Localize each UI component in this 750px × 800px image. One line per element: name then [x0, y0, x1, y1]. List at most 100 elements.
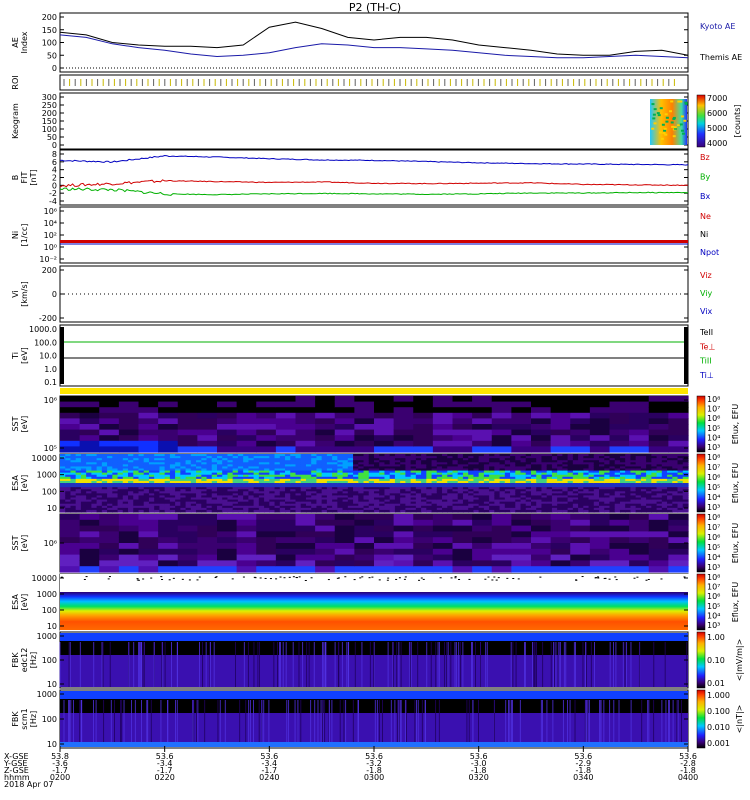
sst-e-panel-cell — [138, 401, 159, 408]
sst-e-panel-cell — [374, 440, 395, 447]
eflux-cb-tick-2: 10⁴ — [707, 553, 720, 562]
sst-i-panel-cell — [374, 543, 395, 550]
sst-i-panel-cell — [413, 566, 434, 573]
sst-i-panel-cell — [472, 531, 493, 538]
keogram-cb-label: [counts] — [733, 105, 742, 138]
sst-i-panel-cell — [609, 554, 630, 561]
sst-e-panel-cell — [570, 424, 591, 431]
sst-e-panel-cell — [217, 435, 238, 442]
keogram-pixel — [681, 132, 685, 135]
roi-panel-ylabel: ROI — [11, 75, 20, 89]
sst-e-panel-cell — [374, 396, 395, 403]
sst-e-panel-cell — [256, 440, 277, 447]
esa-i-noise — [395, 578, 398, 580]
sst-i-panel-cell — [452, 554, 473, 561]
sst-i-panel-cell — [275, 514, 297, 521]
sst-i-panel-cell — [315, 554, 336, 561]
sst-e-panel-cell — [334, 429, 355, 436]
sst-i-panel-cell — [354, 560, 375, 567]
sst-e-panel-cell — [668, 446, 689, 453]
fbk-b-panel-colorbar — [696, 689, 706, 749]
density-panel-legend-1: Ni — [700, 230, 708, 239]
sst-i-panel-cell — [275, 543, 297, 550]
sst-e-panel-cell — [432, 396, 454, 403]
sst-i-panel-cell — [295, 543, 316, 550]
sst-i-panel-cell — [609, 531, 630, 538]
sst-i-panel-cell — [354, 543, 375, 550]
esa-i-noise — [615, 579, 618, 581]
sst-e-panel-cell — [118, 440, 140, 447]
sst-e-panel-cell — [550, 401, 571, 408]
sst-e-panel-cell — [158, 401, 179, 408]
sst-e-panel-cell — [197, 418, 218, 425]
esa-e-panel-cell — [426, 509, 433, 513]
sst-e-panel-cell — [177, 440, 198, 447]
sst-e-panel-cell — [295, 429, 316, 436]
sst-e-panel-cell — [60, 412, 81, 419]
sst-e-panel-cell — [452, 435, 473, 442]
sst-e-panel-cell — [452, 396, 473, 403]
sst-e-panel-cell — [99, 429, 120, 436]
esa-e-panel-cell — [546, 509, 553, 513]
esa-e-panel-cell — [248, 509, 255, 513]
sst-e-panel-cell — [413, 424, 434, 431]
esa-i-noise — [450, 577, 453, 579]
sst-e-panel-cell — [138, 407, 159, 414]
esa-e-panel-cell — [269, 509, 276, 513]
ae-series-1 — [59, 34, 689, 59]
sst-e-panel-cell — [236, 418, 257, 425]
sst-e-panel-cell — [570, 418, 591, 425]
keogram-cb-tick: 4000 — [707, 139, 727, 148]
sst-e-panel-cell — [609, 418, 630, 425]
esa-e-panel-cell — [599, 509, 605, 513]
esa-e-panel-cell — [295, 509, 302, 513]
sst-e-panel-cell — [432, 429, 454, 436]
sst-i-panel-cell — [60, 543, 81, 550]
sst-e-panel-cell — [570, 440, 591, 447]
esa-e-panel-cell — [682, 509, 689, 513]
bfield-panel-legend-2: Bx — [700, 192, 710, 201]
bfield-series-Bx — [59, 187, 689, 196]
sst-i-panel-cell — [452, 525, 473, 532]
sst-e-panel-cell — [295, 412, 316, 419]
eflux-cb-tick-1: 10⁶ — [707, 473, 720, 482]
keogram-pixel — [672, 135, 676, 138]
esa-e-panel-cell — [452, 509, 459, 513]
sst-e-panel-cell — [256, 424, 277, 431]
esa-i-noise — [161, 579, 164, 581]
keogram-panel-ytick: 0 — [52, 141, 57, 150]
fbk-e-panel-cb-tick: 0.10 — [707, 656, 725, 665]
sst-i-panel-cell — [472, 519, 493, 527]
sst-e-panel-cell — [177, 435, 198, 442]
sst-e-panel-cell — [118, 401, 140, 408]
sst-i-panel-cell — [158, 543, 179, 550]
esa-e-panel-cell — [593, 509, 600, 513]
time-row-label-4: 2018 Apr 07 — [4, 780, 53, 789]
keogram-pixel — [653, 122, 657, 125]
sst-e-panel-cell — [472, 435, 493, 442]
esa-i-noise — [198, 576, 201, 578]
esa-i-noise — [150, 577, 153, 579]
sst-i-panel-cell — [609, 525, 630, 532]
sst-i-panel-cell — [374, 560, 395, 567]
keogram-pixel — [672, 116, 676, 119]
esa-e-panel-cell — [457, 509, 464, 513]
keogram-panel-ylabel: Keogram — [11, 103, 20, 139]
fbk-b-panel-cb-tick: 0.001 — [707, 739, 730, 748]
sst-i-panel-cell — [177, 537, 198, 544]
sst-e-panel-cell — [256, 401, 277, 408]
sst-i-panel-cell — [413, 554, 434, 561]
esa-e-panel-cell — [107, 509, 113, 513]
sst-i-panel-cell — [315, 543, 336, 550]
sst-e-panel-cb-label: Eflux, EFU — [731, 404, 740, 445]
sst-i-panel-cell — [197, 514, 218, 521]
sst-i-panel-cell — [511, 519, 532, 527]
esa-e-panel-cell — [337, 509, 344, 513]
esa-i-noise — [304, 579, 307, 581]
sst-e-panel-cell — [99, 435, 120, 442]
sst-i-panel-colorbar — [696, 513, 706, 573]
sst-i-panel-cell — [531, 543, 552, 550]
esa-i-noise — [160, 576, 163, 578]
density-panel-ylabel: Ni — [11, 231, 20, 239]
sst-i-panel-ytick: 10⁶ — [44, 539, 57, 548]
